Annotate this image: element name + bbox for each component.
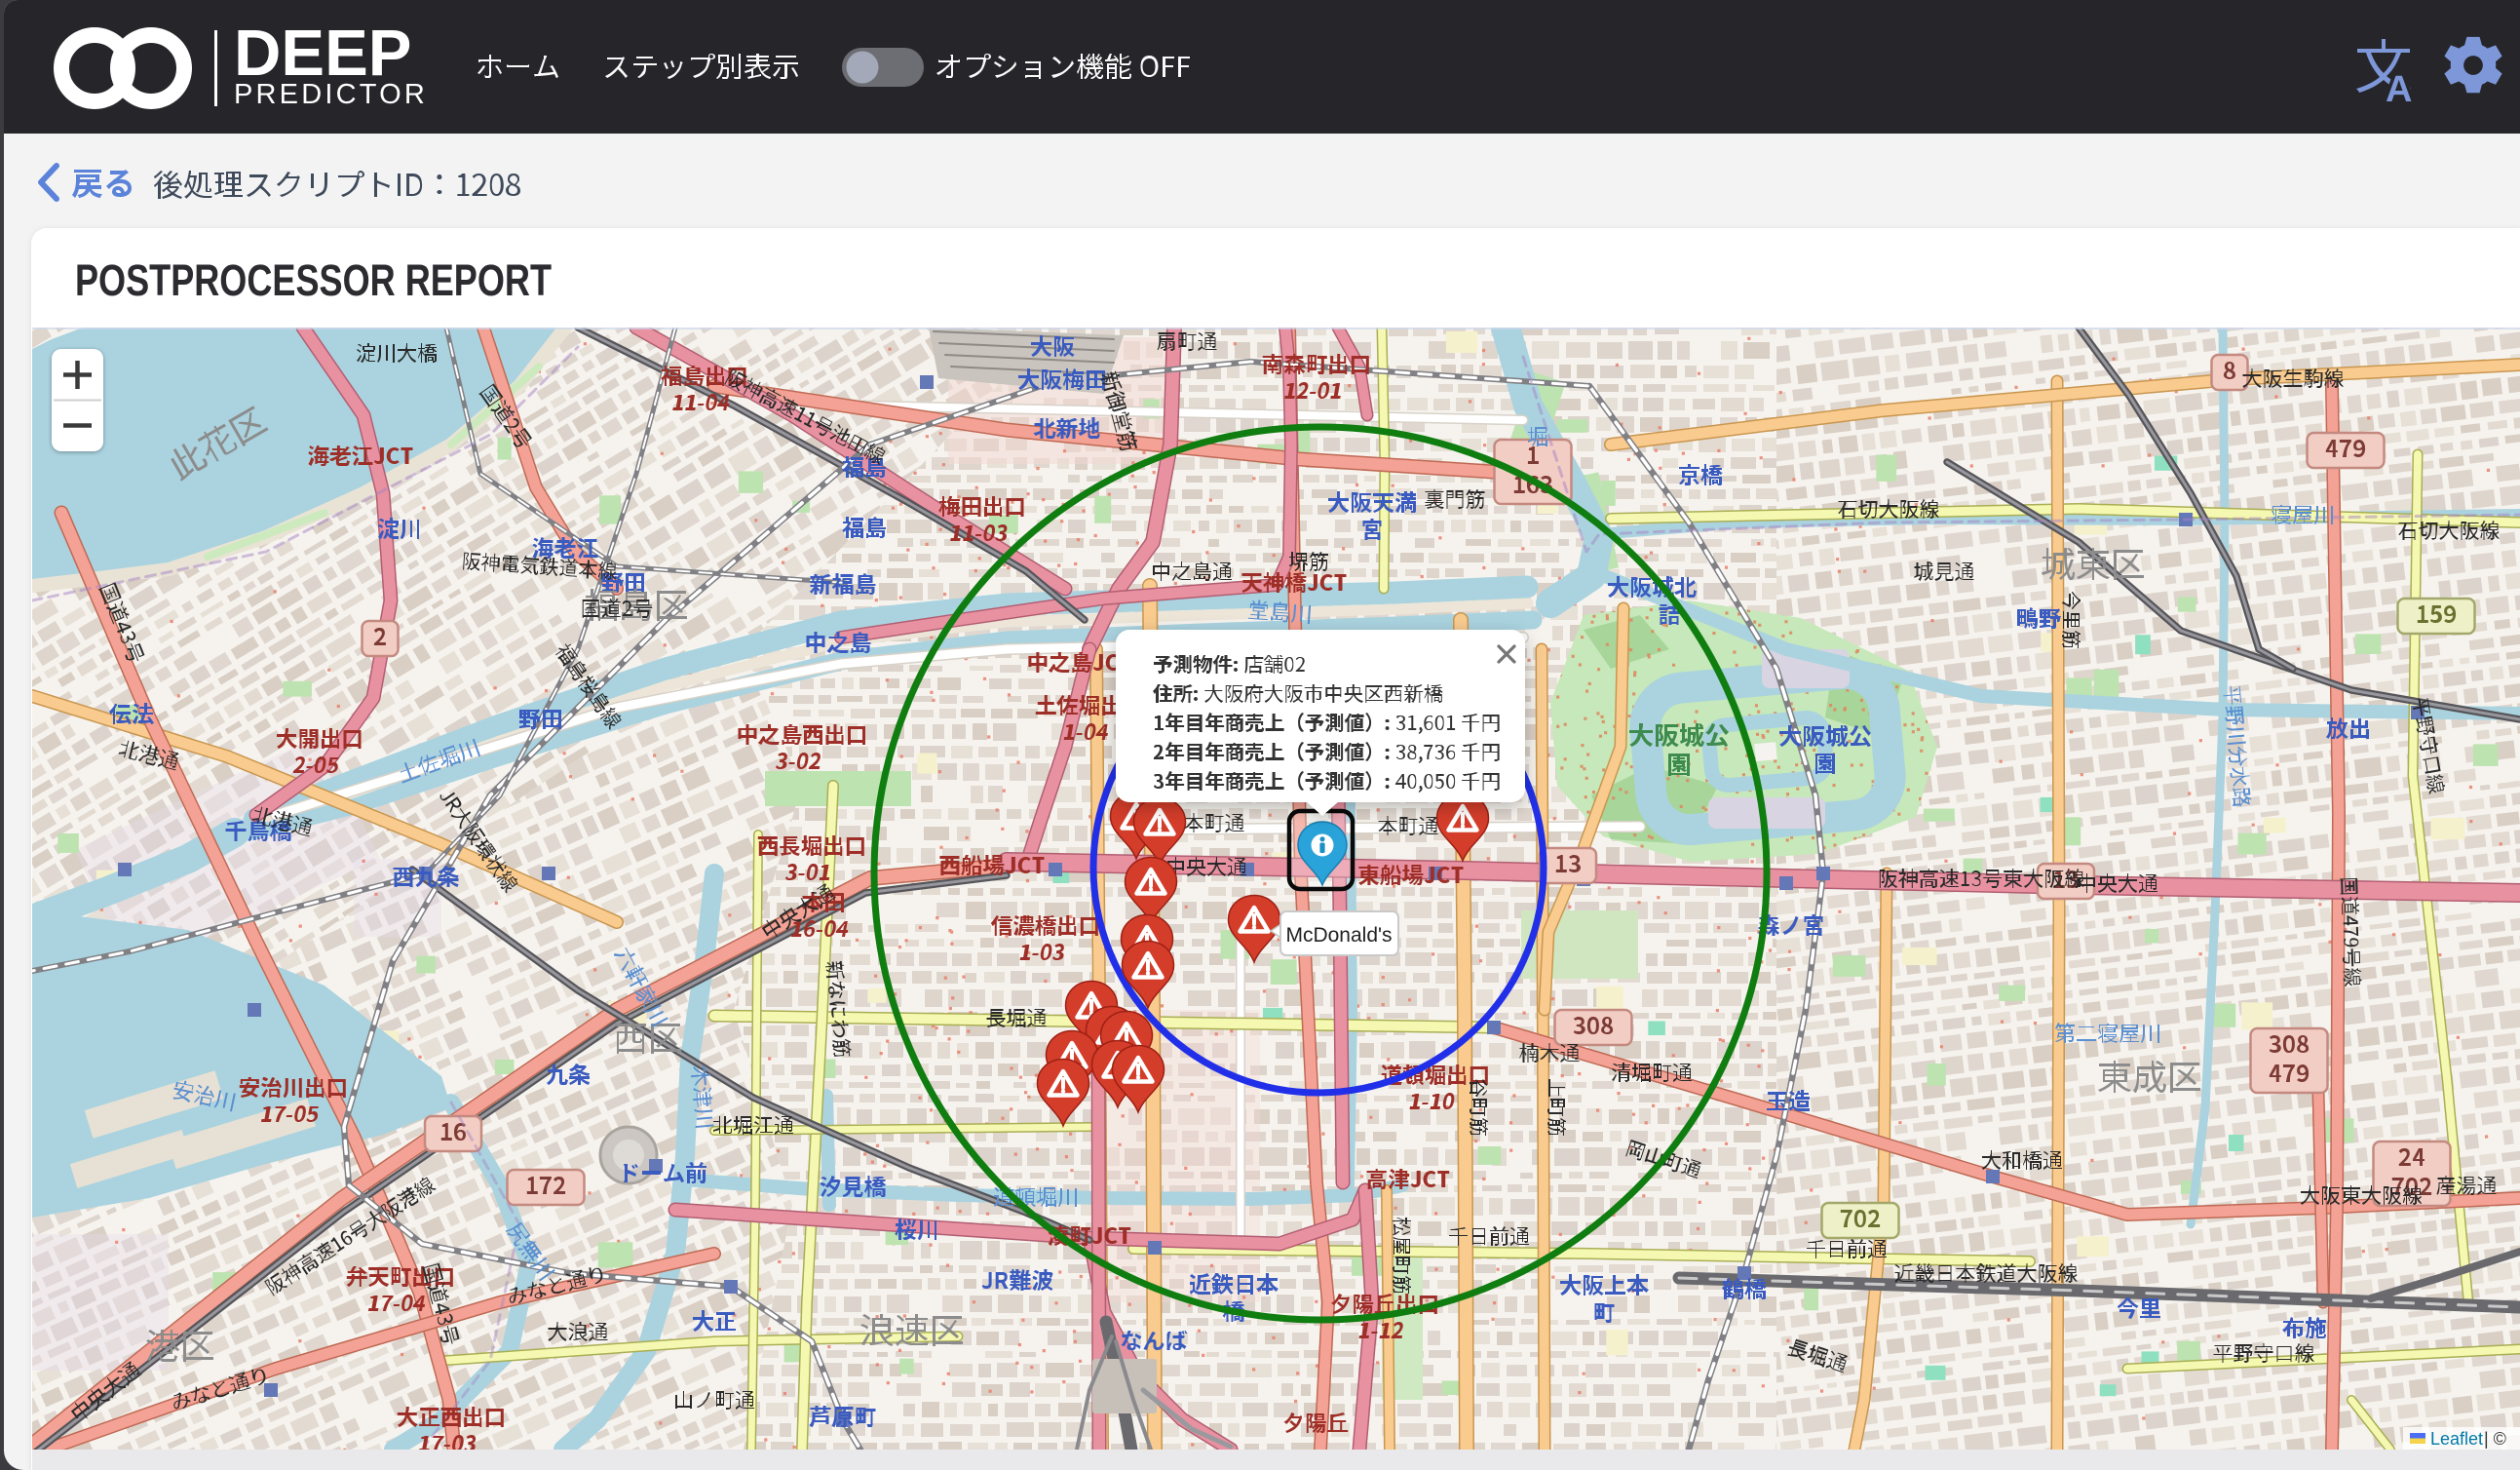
svg-text:| ©: | © xyxy=(2484,1429,2506,1449)
svg-text:Leaflet: Leaflet xyxy=(2430,1429,2483,1449)
svg-text:McDonald's: McDonald's xyxy=(1285,924,1392,947)
svg-text:A: A xyxy=(2386,69,2412,110)
svg-text:POSTPROCESSOR REPORT: POSTPROCESSOR REPORT xyxy=(75,255,552,305)
svg-text:PREDICTOR: PREDICTOR xyxy=(234,79,428,110)
